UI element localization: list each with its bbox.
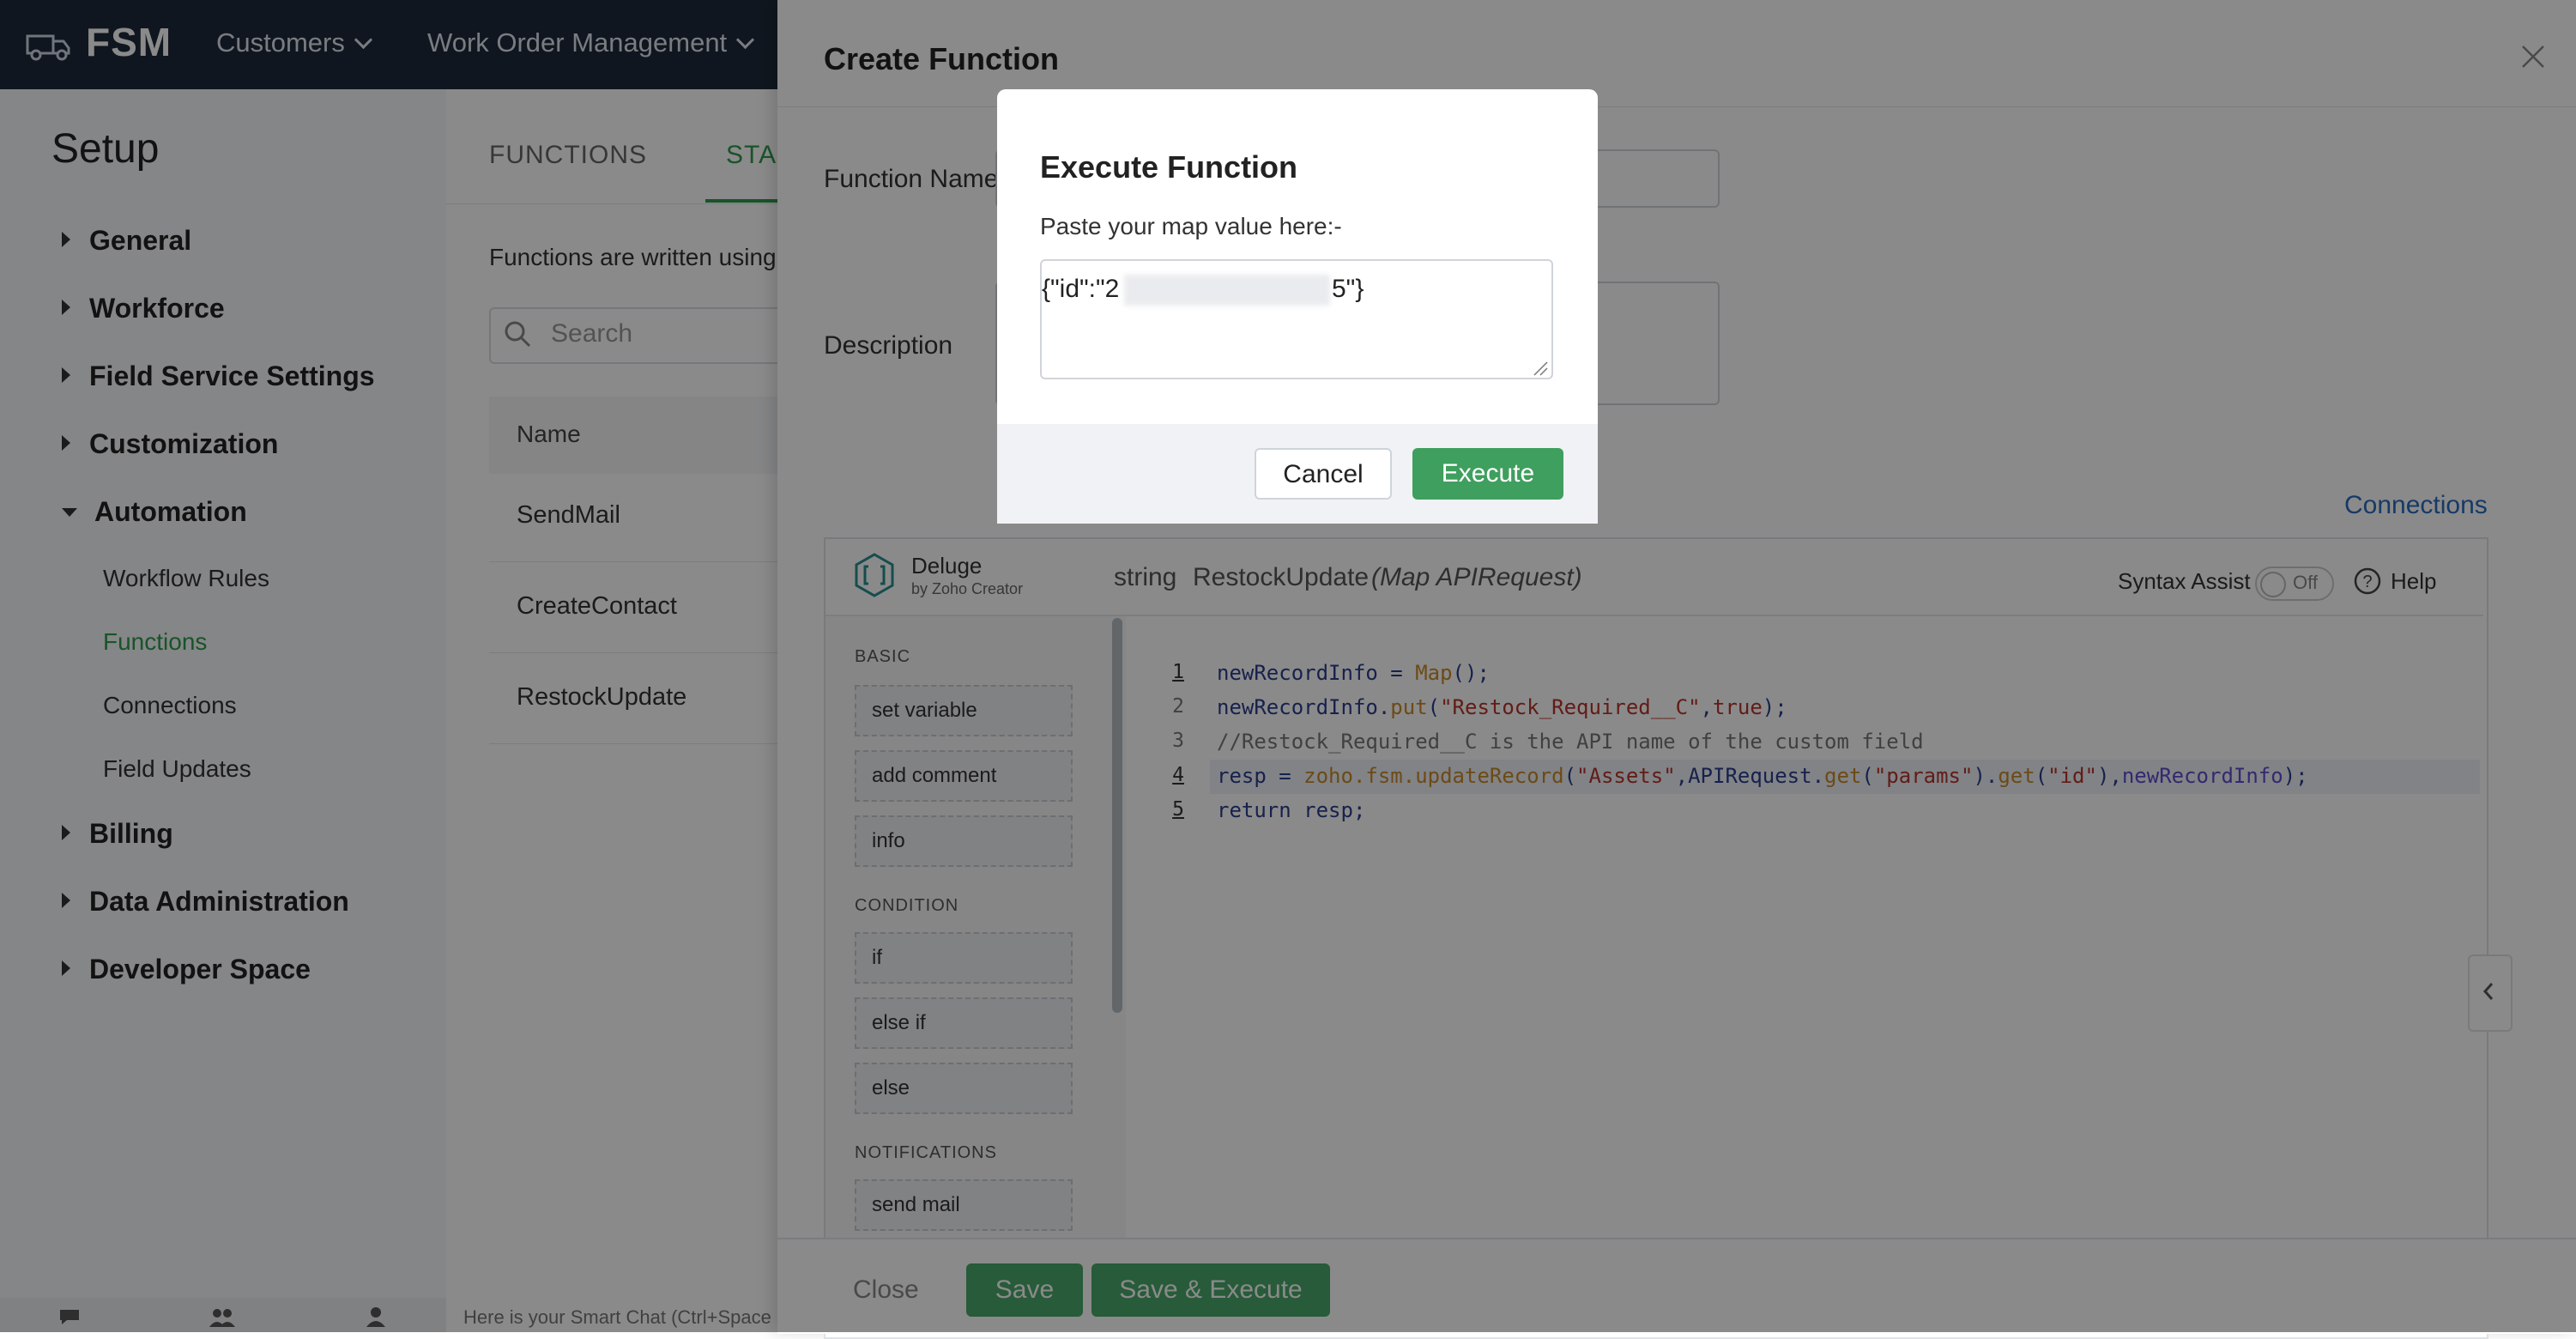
map-value-end: 5"} xyxy=(1332,275,1364,303)
execute-button[interactable]: Execute xyxy=(1412,448,1563,500)
dialog-title: Execute Function xyxy=(1040,149,1298,185)
dialog-prompt: Paste your map value here:- xyxy=(1040,213,1342,239)
resize-handle-icon[interactable] xyxy=(1533,360,1548,376)
redacted-value xyxy=(1124,275,1330,306)
cancel-button[interactable]: Cancel xyxy=(1255,448,1392,500)
map-value-start: {"id":"2 xyxy=(1042,275,1120,303)
